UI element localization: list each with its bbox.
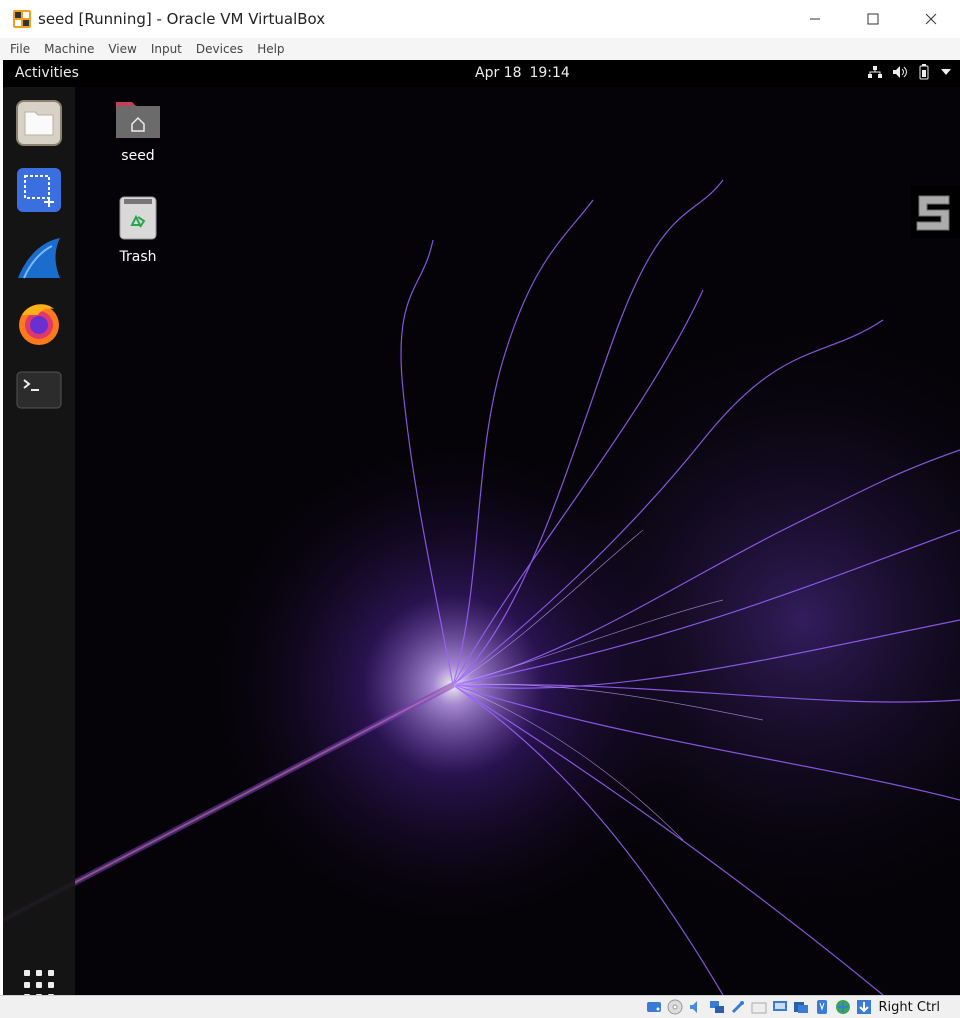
system-menu-arrow-icon — [941, 69, 951, 75]
desktop-icon-label: Trash — [119, 249, 157, 265]
optical-drive-icon[interactable] — [665, 997, 685, 1017]
hard-disk-icon[interactable] — [644, 997, 664, 1017]
terminal-icon — [16, 371, 62, 409]
menu-help[interactable]: Help — [257, 42, 284, 56]
network-adapter-icon[interactable] — [707, 997, 727, 1017]
menu-devices[interactable]: Devices — [196, 42, 243, 56]
display-icon[interactable] — [770, 997, 790, 1017]
activities-button[interactable]: Activities — [15, 65, 79, 81]
dock — [3, 87, 75, 995]
host-key-label: Right Ctrl — [878, 999, 941, 1015]
menu-bar: File Machine View Input Devices Help — [0, 38, 960, 60]
screenshot-icon — [17, 168, 61, 212]
trash-icon — [119, 196, 157, 240]
firefox-icon — [19, 304, 59, 345]
desktop-icon-label: seed — [121, 148, 155, 164]
volume-icon — [893, 66, 907, 78]
close-button[interactable] — [902, 0, 960, 38]
clock-date: Apr 18 — [475, 65, 522, 81]
recording-icon[interactable] — [791, 997, 811, 1017]
usb-icon[interactable] — [728, 997, 748, 1017]
home-folder-icon — [116, 102, 160, 138]
menu-view[interactable]: View — [108, 42, 136, 56]
apps-grid-icon[interactable] — [23, 969, 55, 995]
menu-machine[interactable]: Machine — [44, 42, 94, 56]
window-title: seed [Running] - Oracle VM VirtualBox — [38, 10, 326, 28]
vm-status-bar: Right Ctrl — [0, 995, 960, 1018]
dock-firefox[interactable] — [16, 301, 62, 347]
gnome-top-bar: Activities Apr 18 19:14 — [3, 60, 960, 87]
shared-folders-icon[interactable] — [749, 997, 769, 1017]
menu-file[interactable]: File — [10, 42, 30, 56]
clock[interactable]: Apr 18 19:14 — [475, 65, 570, 81]
cpu-icon[interactable] — [812, 997, 832, 1017]
mouse-integration-icon[interactable] — [833, 997, 853, 1017]
clock-time: 19:14 — [529, 65, 570, 81]
guest-display[interactable]: Activities Apr 18 19:14 seed Trash — [3, 60, 960, 995]
wireshark-icon — [18, 238, 60, 279]
files-icon — [16, 100, 62, 146]
minimize-icon — [810, 18, 820, 20]
audio-icon[interactable] — [686, 997, 706, 1017]
desktop-icon-seed[interactable]: seed — [93, 96, 183, 164]
dock-terminal[interactable] — [16, 368, 62, 414]
keyboard-capture-icon[interactable] — [854, 997, 874, 1017]
virtualbox-icon — [12, 9, 32, 29]
desktop-icon-trash[interactable]: Trash — [93, 195, 183, 265]
maximize-button[interactable] — [844, 0, 902, 38]
dock-files[interactable] — [16, 100, 62, 146]
dock-screenshot[interactable] — [16, 167, 62, 213]
dock-wireshark[interactable] — [16, 234, 62, 280]
window-titlebar[interactable]: seed [Running] - Oracle VM VirtualBox — [0, 0, 960, 39]
network-icon — [868, 66, 882, 78]
battery-icon — [919, 64, 929, 80]
close-icon — [925, 13, 937, 25]
menu-input[interactable]: Input — [151, 42, 182, 56]
minimize-button[interactable] — [786, 0, 844, 38]
maximize-icon — [867, 13, 879, 25]
system-tray[interactable] — [868, 64, 952, 80]
